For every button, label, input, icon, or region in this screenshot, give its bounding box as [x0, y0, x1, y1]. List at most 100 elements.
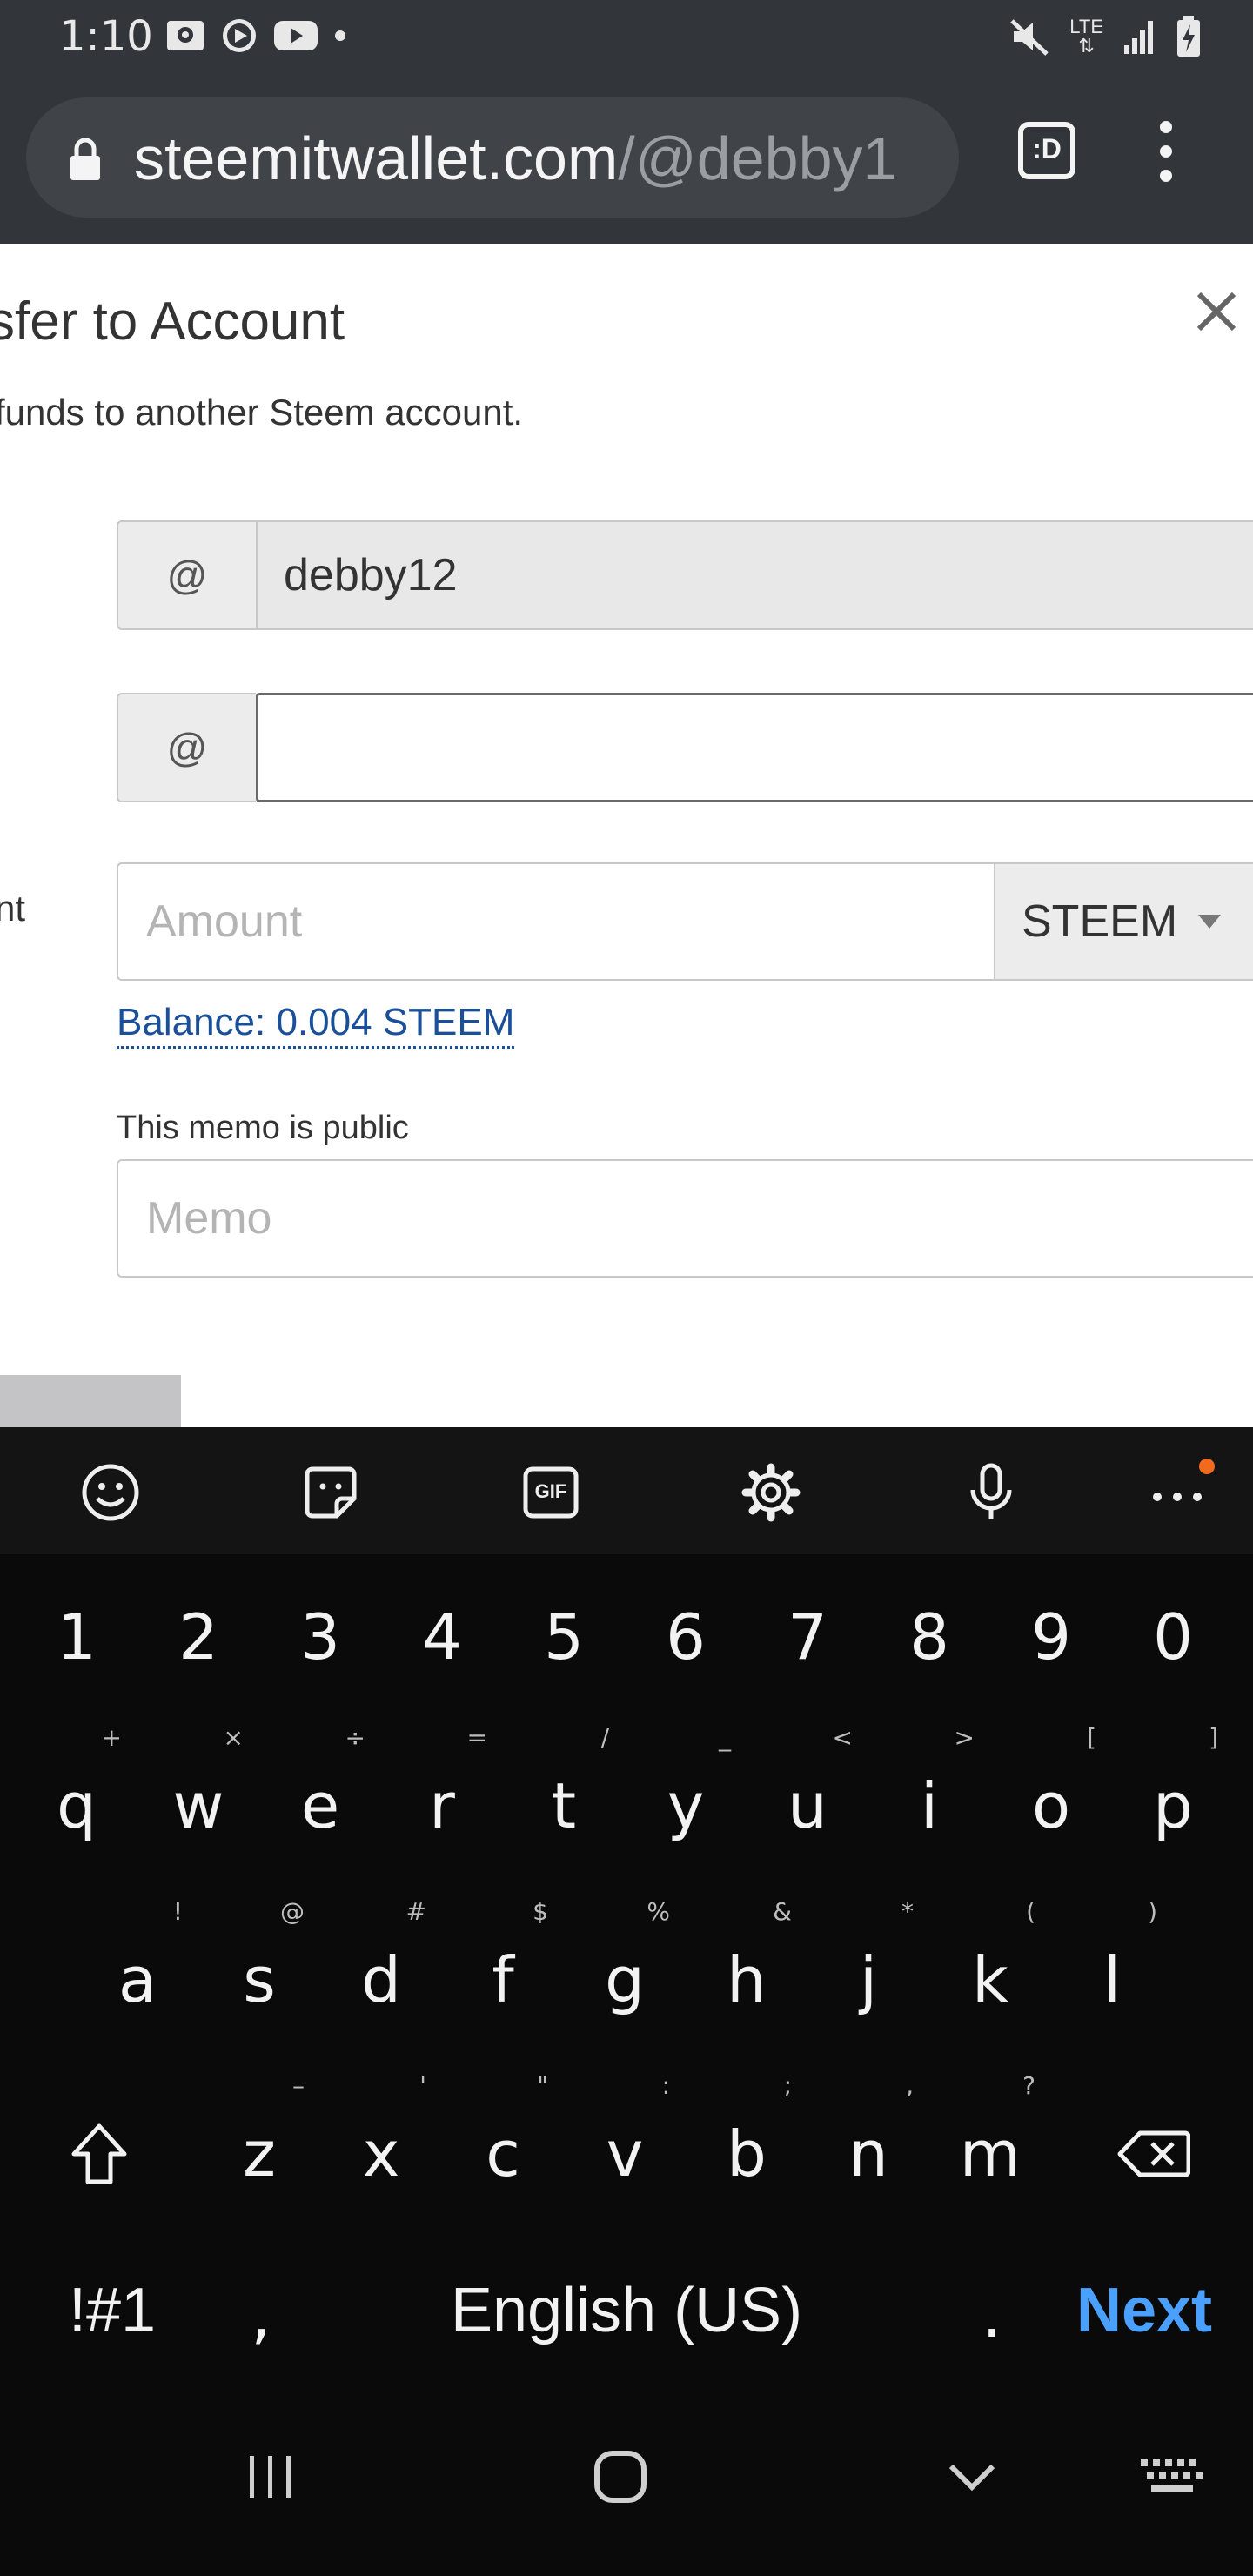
browser-menu-button[interactable]	[1149, 117, 1183, 186]
browser-toolbar: steemitwallet.com/@debby1 :D	[0, 73, 1253, 244]
to-account-input[interactable]	[256, 693, 1253, 802]
transfer-modal: sfer to Account funds to another Steem a…	[0, 244, 1253, 1427]
key-d-label: d	[361, 1943, 401, 2016]
gif-label: GIF	[534, 1480, 567, 1502]
tab-switcher-button[interactable]: :D	[1016, 120, 1077, 181]
period-key[interactable]: .	[931, 2245, 1053, 2385]
signal-icon	[1124, 21, 1153, 54]
key-m[interactable]: m?	[929, 2071, 1051, 2237]
key-3-label: 3	[300, 1600, 340, 1674]
key-o[interactable]: o[	[990, 1723, 1112, 1888]
key-w[interactable]: w ×	[137, 1723, 259, 1888]
key-i[interactable]: i >	[868, 1723, 990, 1888]
key-5[interactable]: 5	[503, 1554, 625, 1720]
key-x-label: x	[362, 2117, 400, 2190]
key-b[interactable]: b;	[686, 2071, 807, 2237]
key-u-label: u	[787, 1769, 828, 1842]
youtube-icon	[274, 21, 318, 50]
home-button[interactable]	[581, 2442, 660, 2512]
close-button[interactable]	[1192, 287, 1241, 336]
key-4[interactable]: 4	[381, 1554, 503, 1720]
recent-apps-icon	[250, 2456, 291, 2498]
more-vert-icon	[1160, 121, 1172, 182]
key-t[interactable]: t /	[503, 1723, 625, 1888]
key-g[interactable]: g%	[564, 1897, 686, 2063]
url-host: steemitwallet.com	[134, 124, 619, 192]
voice-input-button[interactable]	[961, 1462, 1022, 1523]
key-a[interactable]: a!	[77, 1897, 198, 2063]
next-key[interactable]: Next	[1070, 2245, 1218, 2376]
key-8[interactable]: 8	[868, 1554, 990, 1720]
key-z[interactable]: z –	[198, 2071, 320, 2237]
key-p[interactable]: p]	[1112, 1723, 1234, 1888]
key-y-hint: _	[719, 1723, 731, 1752]
key-e-label: e	[300, 1769, 340, 1842]
amount-input[interactable]: Amount	[117, 862, 995, 981]
space-key[interactable]: English (US)	[331, 2245, 922, 2376]
key-v-label: v	[606, 2117, 644, 2190]
key-h[interactable]: h &	[686, 1897, 807, 2063]
shift-key[interactable]	[38, 2071, 160, 2237]
key-f[interactable]: f $	[442, 1897, 564, 2063]
emoji-button[interactable]	[80, 1462, 141, 1523]
lte-label: LTE	[1069, 16, 1103, 37]
symbols-key[interactable]: !#1	[38, 2245, 186, 2376]
key-l[interactable]: l)	[1051, 1897, 1173, 2063]
period-key-label: .	[982, 2278, 1002, 2351]
lte-icon: LTE ⇅	[1069, 17, 1103, 56]
key-z-label: z	[243, 2117, 276, 2190]
key-j-label: j	[859, 1943, 877, 2016]
key-7[interactable]: 7	[747, 1554, 868, 1720]
asset-selected-value: STEEM	[1022, 896, 1178, 947]
key-s-hint: @	[280, 1897, 305, 1926]
memo-input[interactable]: Memo	[117, 1159, 1253, 1278]
key-q[interactable]: q +	[16, 1723, 137, 1888]
mute-icon	[1010, 19, 1049, 56]
lock-icon	[70, 138, 100, 180]
key-n[interactable]: n,	[807, 2071, 929, 2237]
more-options-button[interactable]	[1147, 1459, 1215, 1523]
key-1[interactable]: 1	[16, 1554, 137, 1720]
key-c[interactable]: c "	[442, 2071, 564, 2237]
key-s[interactable]: s @	[198, 1897, 320, 2063]
gif-button[interactable]: GIF	[520, 1462, 581, 1523]
url-text[interactable]: steemitwallet.com/@debby1	[134, 124, 896, 193]
key-j[interactable]: j *	[807, 1897, 929, 2063]
key-g-label: g	[605, 1943, 645, 2016]
address-bar[interactable]: steemitwallet.com/@debby1	[26, 97, 959, 218]
back-button[interactable]	[933, 2442, 1011, 2512]
key-i-label: i	[920, 1769, 938, 1842]
back-icon	[948, 2464, 995, 2492]
submit-button[interactable]	[0, 1375, 181, 1427]
key-k[interactable]: k(	[929, 1897, 1051, 2063]
key-f-hint: $	[533, 1897, 548, 1926]
key-0-label: 0	[1153, 1600, 1193, 1674]
key-6[interactable]: 6	[625, 1554, 747, 1720]
key-9[interactable]: 9	[990, 1554, 1112, 1720]
keyboard-toolbar: GIF	[0, 1427, 1253, 1554]
key-d[interactable]: d #	[320, 1897, 442, 2063]
keyboard-switch-icon	[1141, 2459, 1203, 2492]
key-5-label: 5	[544, 1600, 584, 1674]
recent-apps-button[interactable]	[231, 2442, 310, 2512]
backspace-key[interactable]	[1093, 2071, 1215, 2237]
settings-button[interactable]	[740, 1462, 801, 1523]
key-2[interactable]: 2	[137, 1554, 259, 1720]
key-v[interactable]: v:	[564, 2071, 686, 2237]
keyboard-switch-button[interactable]	[1133, 2442, 1211, 2512]
sticker-button[interactable]	[300, 1462, 361, 1523]
key-3[interactable]: 3	[259, 1554, 381, 1720]
key-u[interactable]: u <	[747, 1723, 868, 1888]
balance-link[interactable]: Balance: 0.004 STEEM	[117, 1001, 515, 1049]
key-x[interactable]: x '	[320, 2071, 442, 2237]
key-r[interactable]: r =	[381, 1723, 503, 1888]
key-c-label: c	[486, 2117, 520, 2190]
key-2-label: 2	[178, 1600, 218, 1674]
asset-select[interactable]: STEEM	[995, 862, 1253, 981]
key-0[interactable]: 0	[1112, 1554, 1234, 1720]
key-e[interactable]: e ÷	[259, 1723, 381, 1888]
key-y[interactable]: y _	[625, 1723, 747, 1888]
key-p-label: p	[1153, 1769, 1193, 1842]
key-7-label: 7	[787, 1600, 828, 1674]
comma-key[interactable]: ,	[200, 2245, 322, 2385]
